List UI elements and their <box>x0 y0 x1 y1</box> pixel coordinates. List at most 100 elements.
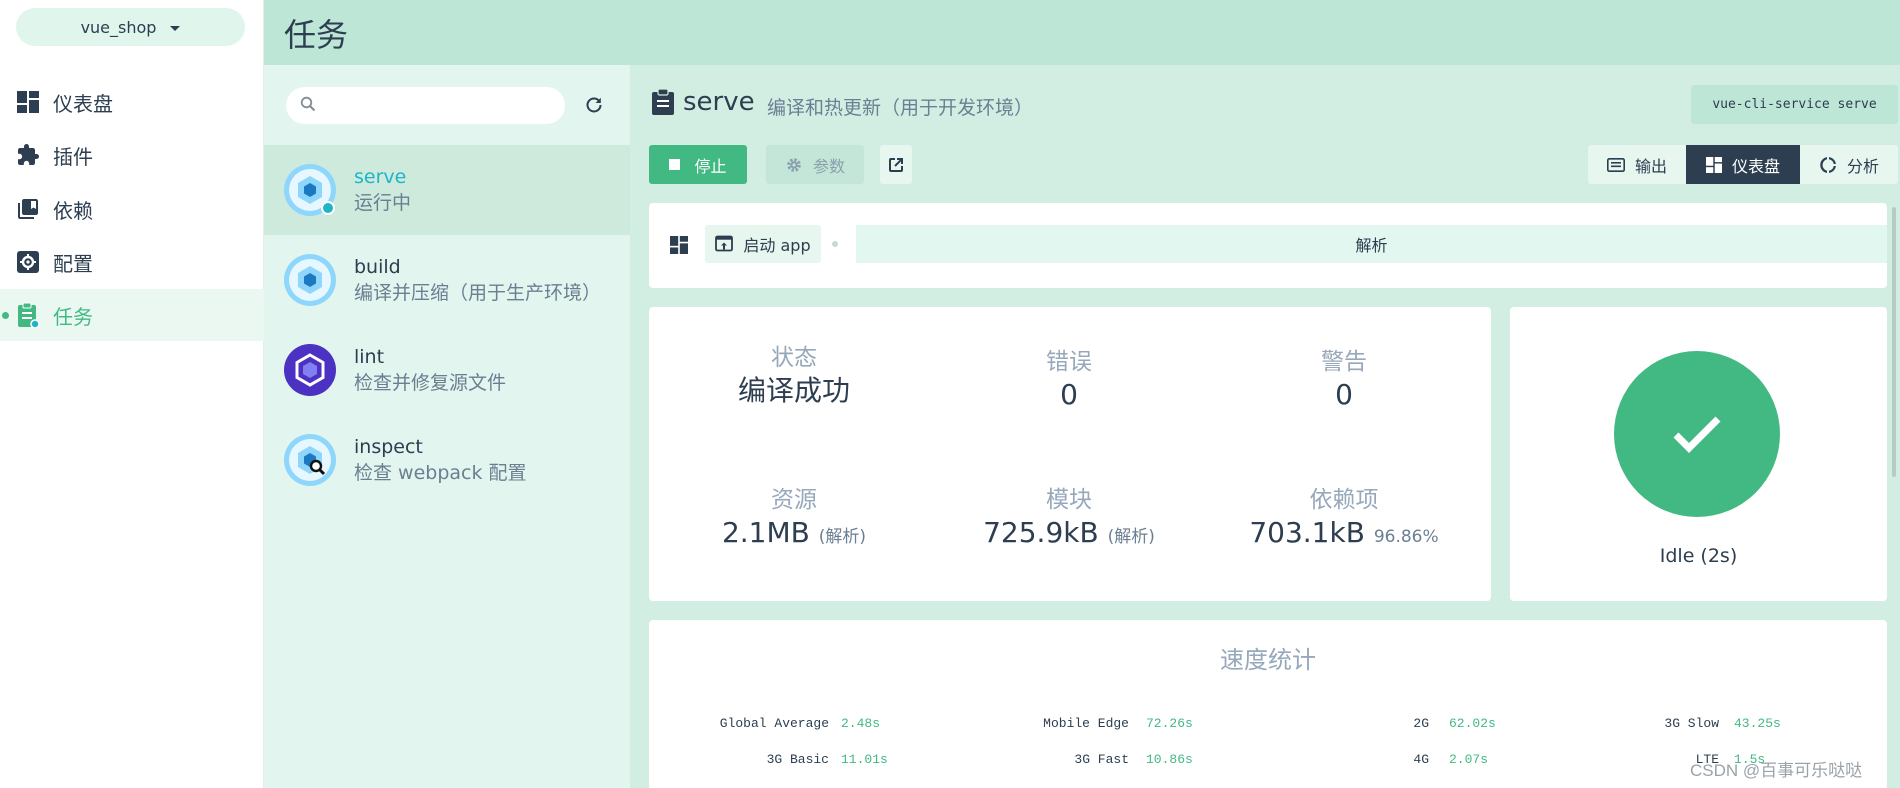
speed-label: 4G <box>1413 752 1429 767</box>
page-title: 任务 <box>284 16 349 54</box>
speed-value: 2.07s <box>1449 752 1489 767</box>
task-name: build <box>354 256 401 278</box>
stat-warnings: 警告 0 <box>1219 347 1469 413</box>
tab-analyze[interactable]: 分析 <box>1800 145 1898 184</box>
search-icon <box>300 96 316 116</box>
side-nav: vue_shop 仪表盘 插件 依赖 配置 任务 <box>0 0 264 788</box>
speed-value: 43.25s <box>1734 716 1781 731</box>
speed-value: 62.02s <box>1449 716 1496 731</box>
task-desc: 检查 webpack 配置 <box>354 462 527 484</box>
project-selector[interactable]: vue_shop <box>16 8 245 46</box>
library-books-icon <box>15 196 41 222</box>
stat-value: 0 <box>1060 378 1078 411</box>
clipboard-icon <box>652 88 674 119</box>
stat-value: 725.9kB <box>983 516 1099 549</box>
speed-value: 2.48s <box>841 716 881 731</box>
task-name: inspect <box>354 436 423 458</box>
open-in-new-icon <box>889 157 903 172</box>
nav-item-config[interactable]: 配置 <box>0 236 264 288</box>
stat-label: 错误 <box>1046 349 1092 375</box>
task-list-panel: serve 运行中 build 编译并压缩（用于生产环境） lint 检查并修复… <box>264 65 630 788</box>
dashboard-icon <box>670 236 688 258</box>
separator-dot <box>832 241 838 247</box>
task-item-build[interactable]: build 编译并压缩（用于生产环境） <box>264 235 630 325</box>
tab-output[interactable]: 输出 <box>1588 145 1686 184</box>
start-app-label: 启动 app <box>743 236 811 255</box>
task-name: lint <box>354 346 385 368</box>
stat-value: 0 <box>1335 378 1353 411</box>
puzzle-icon <box>15 142 41 168</box>
nav-item-tasks[interactable]: 任务 <box>0 289 264 341</box>
dashboard-icon <box>15 89 41 115</box>
search-input[interactable] <box>326 96 556 115</box>
status-circle <box>1614 351 1780 517</box>
project-name: vue_shop <box>80 17 157 37</box>
stat-label: 状态 <box>771 345 817 371</box>
task-item-serve[interactable]: serve 运行中 <box>264 145 630 235</box>
speed-label: 3G Fast <box>1074 752 1129 767</box>
stat-label: 警告 <box>1321 349 1367 375</box>
speed-label: Global Average <box>719 716 829 731</box>
task-search[interactable] <box>286 87 565 124</box>
build-stats-card: 状态 编译成功 错误 0 警告 0 资源 2.1MB (解析) 模块 725.9… <box>649 307 1491 601</box>
speed-label: 2G <box>1413 716 1429 731</box>
params-button[interactable]: 参数 <box>766 145 864 184</box>
view-tabs: 输出 仪表盘 分析 <box>1588 145 1898 184</box>
speed-value: 11.01s <box>841 752 888 767</box>
webpack-icon <box>284 164 336 216</box>
gear-icon <box>785 156 803 174</box>
refresh-button[interactable] <box>582 93 606 117</box>
tab-label: 输出 <box>1634 156 1667 176</box>
nav-label: 配置 <box>53 251 93 276</box>
stop-label: 停止 <box>694 156 727 176</box>
top-bar: 任务 <box>264 0 1900 65</box>
nav-label: 任务 <box>53 304 93 329</box>
stop-button[interactable]: 停止 <box>649 145 747 184</box>
task-desc: 编译并压缩（用于生产环境） <box>354 282 602 304</box>
caret-down-icon <box>170 25 181 31</box>
stat-label: 模块 <box>1046 487 1092 513</box>
dashboard-toolbar: 启动 app 解析 <box>649 203 1887 288</box>
stat-value: 2.1MB <box>721 516 810 549</box>
output-icon <box>1606 157 1625 172</box>
webpack-inspect-icon <box>284 434 336 486</box>
task-item-lint[interactable]: lint 检查并修复源文件 <box>264 325 630 415</box>
donut-chart-icon <box>1820 156 1836 173</box>
speed-label: Mobile Edge <box>1043 716 1129 731</box>
speed-value: 10.86s <box>1146 752 1193 767</box>
nav-item-plugins[interactable]: 插件 <box>0 129 264 181</box>
dashboard-icon <box>1705 156 1722 173</box>
params-label: 参数 <box>812 156 845 176</box>
scrollbar-thumb[interactable] <box>1892 207 1896 477</box>
command-badge: vue-cli-service serve <box>1691 85 1898 124</box>
nav-label: 插件 <box>53 144 93 169</box>
watermark: CSDN @百事可乐哒哒 <box>1690 761 1863 780</box>
nav-item-dashboard[interactable]: 仪表盘 <box>0 76 264 128</box>
nav-label: 依赖 <box>53 198 93 223</box>
stop-icon <box>669 159 681 170</box>
check-icon <box>1673 416 1721 453</box>
nav-item-dependencies[interactable]: 依赖 <box>0 183 264 235</box>
tab-dashboard[interactable]: 仪表盘 <box>1686 145 1800 184</box>
task-name: serve <box>354 166 407 188</box>
analyze-button[interactable]: 解析 <box>856 225 1887 263</box>
stat-errors: 错误 0 <box>944 347 1194 413</box>
stat-dependencies: 依赖项 703.1kB 96.86% <box>1219 485 1469 555</box>
start-app-button[interactable]: 启动 app <box>705 225 821 263</box>
stat-note: 96.86% <box>1373 527 1439 547</box>
open-external-button[interactable] <box>880 145 912 184</box>
stat-modules: 模块 725.9kB (解析) <box>944 485 1194 555</box>
status-text: Idle (2s) <box>1659 545 1738 567</box>
nav-label: 仪表盘 <box>53 91 113 116</box>
status-card: Idle (2s) <box>1510 307 1887 601</box>
refresh-icon <box>586 97 602 113</box>
eslint-icon <box>284 344 336 396</box>
settings-box-icon <box>15 249 41 275</box>
stat-note: (解析) <box>1107 527 1155 547</box>
stat-note: (解析) <box>818 527 867 547</box>
stat-status: 状态 编译成功 <box>669 343 919 409</box>
stat-label: 资源 <box>771 487 817 513</box>
analyze-label: 解析 <box>1355 236 1388 255</box>
speed-title: 速度统计 <box>1220 646 1316 674</box>
task-item-inspect[interactable]: inspect 检查 webpack 配置 <box>264 415 630 505</box>
